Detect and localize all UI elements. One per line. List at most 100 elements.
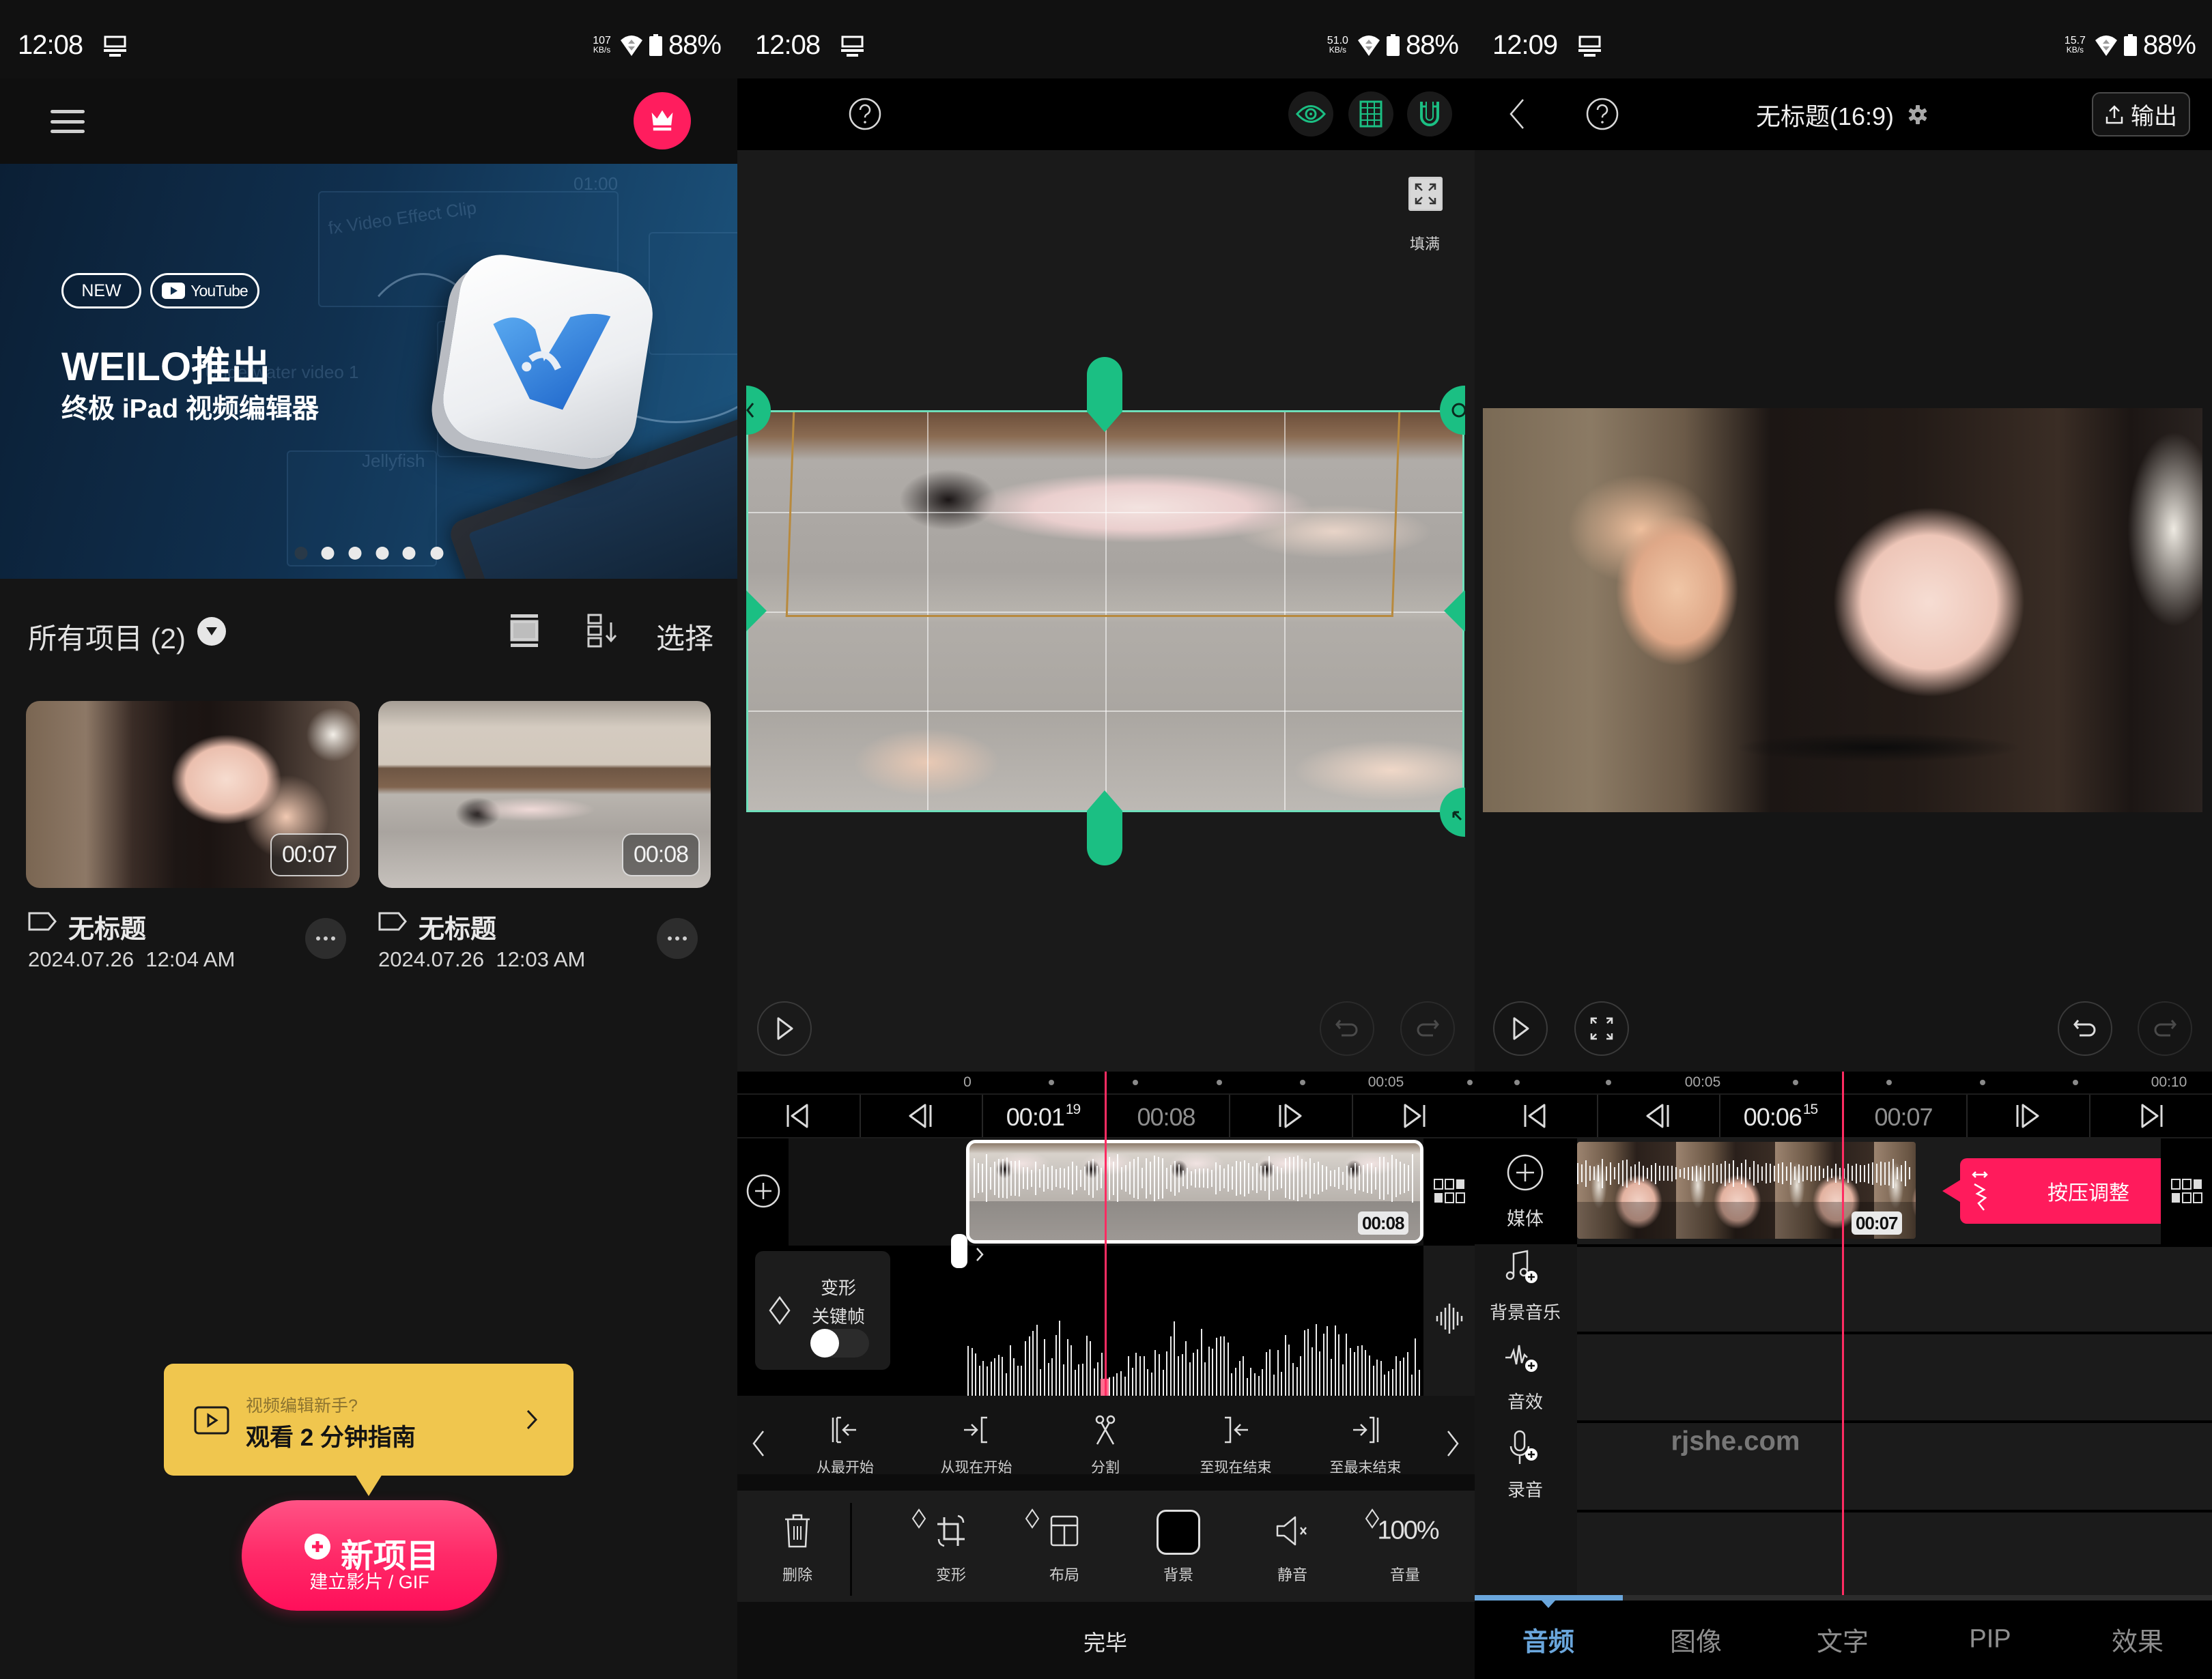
tab-pip[interactable]: PIP bbox=[1969, 1625, 2011, 1654]
tool-delete[interactable]: 删除 bbox=[782, 1563, 812, 1585]
track-tool-sfx[interactable]: 音效 bbox=[1507, 1388, 1543, 1413]
playhead[interactable] bbox=[1842, 1072, 1844, 1595]
back-icon[interactable] bbox=[1508, 97, 1526, 131]
video-clip[interactable]: 00:07 bbox=[1577, 1142, 1916, 1239]
skip-to-start-icon[interactable] bbox=[1521, 1101, 1548, 1131]
play-button[interactable] bbox=[757, 1001, 812, 1056]
video-frame[interactable] bbox=[746, 410, 1464, 812]
layout-toggle-icon[interactable] bbox=[1433, 1177, 1466, 1205]
tool-volume[interactable]: 音量 bbox=[1390, 1563, 1420, 1585]
rotate-handle[interactable] bbox=[1440, 386, 1465, 435]
select-button[interactable]: 选择 bbox=[656, 616, 713, 657]
tool-background[interactable]: 背景 bbox=[1163, 1563, 1193, 1585]
project-more-button[interactable] bbox=[657, 918, 698, 959]
sort-icon[interactable] bbox=[586, 613, 619, 648]
left-resize-handle[interactable] bbox=[746, 590, 767, 631]
track-tool-music[interactable]: 背景音乐 bbox=[1490, 1299, 1561, 1324]
skip-to-end-icon[interactable] bbox=[2138, 1101, 2166, 1131]
premium-button[interactable] bbox=[634, 92, 691, 149]
carousel-dot[interactable] bbox=[375, 547, 389, 560]
add-media-icon[interactable] bbox=[746, 1173, 781, 1209]
carousel-dot[interactable] bbox=[402, 547, 416, 560]
projects-filter-dropdown[interactable] bbox=[197, 617, 226, 646]
scale-handle[interactable] bbox=[1440, 788, 1465, 837]
help-icon[interactable] bbox=[1585, 97, 1619, 131]
tab-audio[interactable]: 音频 bbox=[1522, 1621, 1574, 1659]
prev-frame-icon[interactable] bbox=[907, 1101, 935, 1131]
split-scissors-icon[interactable] bbox=[1092, 1414, 1119, 1446]
tab-effects[interactable]: 效果 bbox=[2112, 1621, 2164, 1659]
trim-handle[interactable] bbox=[951, 1234, 967, 1268]
undo-button[interactable] bbox=[1320, 1001, 1374, 1056]
transform-canvas[interactable] bbox=[746, 0, 1465, 1072]
trash-icon[interactable] bbox=[782, 1512, 812, 1549]
view-mode-icon[interactable] bbox=[509, 613, 539, 648]
waveform-bar bbox=[1082, 1364, 1083, 1396]
trim-from-now-icon[interactable] bbox=[961, 1415, 991, 1445]
crop-rotate-icon[interactable] bbox=[935, 1512, 967, 1550]
project-more-button[interactable] bbox=[305, 918, 346, 959]
track-row-empty[interactable] bbox=[1577, 1512, 2212, 1595]
gear-icon[interactable] bbox=[1908, 104, 1928, 125]
carousel-dot[interactable] bbox=[294, 547, 308, 560]
background-color-swatch[interactable] bbox=[1157, 1510, 1200, 1555]
music-add-icon[interactable] bbox=[1504, 1250, 1540, 1285]
project-card[interactable]: 00:08 bbox=[378, 701, 711, 888]
redo-button[interactable] bbox=[2138, 1001, 2192, 1056]
layout-toggle-icon[interactable] bbox=[2170, 1177, 2203, 1205]
export-button[interactable]: 输出 bbox=[2092, 92, 2190, 137]
tool-layout[interactable]: 布局 bbox=[1049, 1563, 1079, 1585]
next-frame-icon[interactable] bbox=[2013, 1101, 2041, 1131]
promo-banner[interactable]: fx Video Effect Clip 01:00 Underwater vi… bbox=[0, 164, 737, 579]
carousel-dot[interactable] bbox=[348, 547, 362, 560]
trim-to-now-icon[interactable] bbox=[1221, 1415, 1251, 1445]
right-resize-handle[interactable] bbox=[1444, 590, 1465, 631]
top-resize-handle[interactable] bbox=[1087, 357, 1122, 432]
done-button[interactable]: 完毕 bbox=[1083, 1626, 1127, 1657]
scroll-right-icon[interactable] bbox=[1446, 1429, 1460, 1458]
new-project-button[interactable]: 新项目 建立影片 / GIF bbox=[242, 1500, 497, 1611]
hamburger-icon[interactable] bbox=[51, 110, 85, 133]
add-media-icon[interactable] bbox=[1506, 1153, 1544, 1192]
undo-button[interactable] bbox=[2058, 1001, 2112, 1056]
skip-to-start-icon[interactable] bbox=[784, 1101, 811, 1131]
trim-to-end-icon[interactable] bbox=[1350, 1415, 1380, 1445]
play-button[interactable] bbox=[1493, 1001, 1548, 1056]
fullscreen-button[interactable] bbox=[1574, 1001, 1629, 1056]
carousel-dot[interactable] bbox=[430, 547, 444, 560]
video-preview[interactable] bbox=[1483, 408, 2202, 812]
scroll-left-icon[interactable] bbox=[752, 1429, 765, 1458]
tool-transform[interactable]: 变形 bbox=[936, 1563, 966, 1585]
waveform-icon[interactable] bbox=[1434, 1302, 1464, 1335]
pinch-tooltip[interactable]: 按压调整 bbox=[1960, 1158, 2161, 1224]
redo-button[interactable] bbox=[1400, 1001, 1455, 1056]
track-tool-record[interactable]: 录音 bbox=[1507, 1476, 1543, 1502]
layout-icon[interactable] bbox=[1049, 1515, 1079, 1547]
bottom-resize-handle[interactable] bbox=[1087, 790, 1122, 865]
prev-frame-icon[interactable] bbox=[1645, 1101, 1672, 1131]
project-card[interactable]: 00:07 bbox=[26, 701, 360, 888]
keyframe-diamond-icon[interactable] bbox=[768, 1295, 791, 1325]
next-frame-icon[interactable] bbox=[1276, 1101, 1303, 1131]
tab-text[interactable]: 文字 bbox=[1817, 1621, 1869, 1659]
project-title[interactable]: 无标题 bbox=[419, 908, 496, 945]
track-row-sfx[interactable] bbox=[1577, 1334, 2212, 1420]
tab-image[interactable]: 图像 bbox=[1670, 1621, 1722, 1659]
project-title[interactable]: 无标题 bbox=[68, 908, 146, 945]
video-clip[interactable]: 00:08 bbox=[966, 1140, 1423, 1244]
mute-speaker-icon[interactable] bbox=[1275, 1515, 1310, 1547]
volume-value[interactable]: 100% bbox=[1377, 1517, 1439, 1546]
track-row-music[interactable] bbox=[1577, 1247, 2212, 1332]
top-left-handle[interactable] bbox=[746, 386, 771, 435]
skip-to-end-icon[interactable] bbox=[1401, 1101, 1428, 1131]
tool-mute[interactable]: 静音 bbox=[1277, 1563, 1307, 1585]
record-voice-add-icon[interactable] bbox=[1504, 1430, 1540, 1467]
playhead[interactable] bbox=[1105, 1072, 1107, 1396]
carousel-dot[interactable] bbox=[321, 547, 335, 560]
trim-from-start-icon[interactable] bbox=[830, 1415, 860, 1445]
guide-card[interactable]: 视频编辑新手? 观看 2 分钟指南 bbox=[164, 1364, 573, 1476]
sound-effect-add-icon[interactable] bbox=[1504, 1343, 1540, 1375]
project-title[interactable]: 无标题(16:9) bbox=[1756, 97, 1894, 132]
track-tool-media[interactable]: 媒体 bbox=[1507, 1204, 1544, 1231]
keyframe-toggle[interactable] bbox=[810, 1329, 869, 1358]
